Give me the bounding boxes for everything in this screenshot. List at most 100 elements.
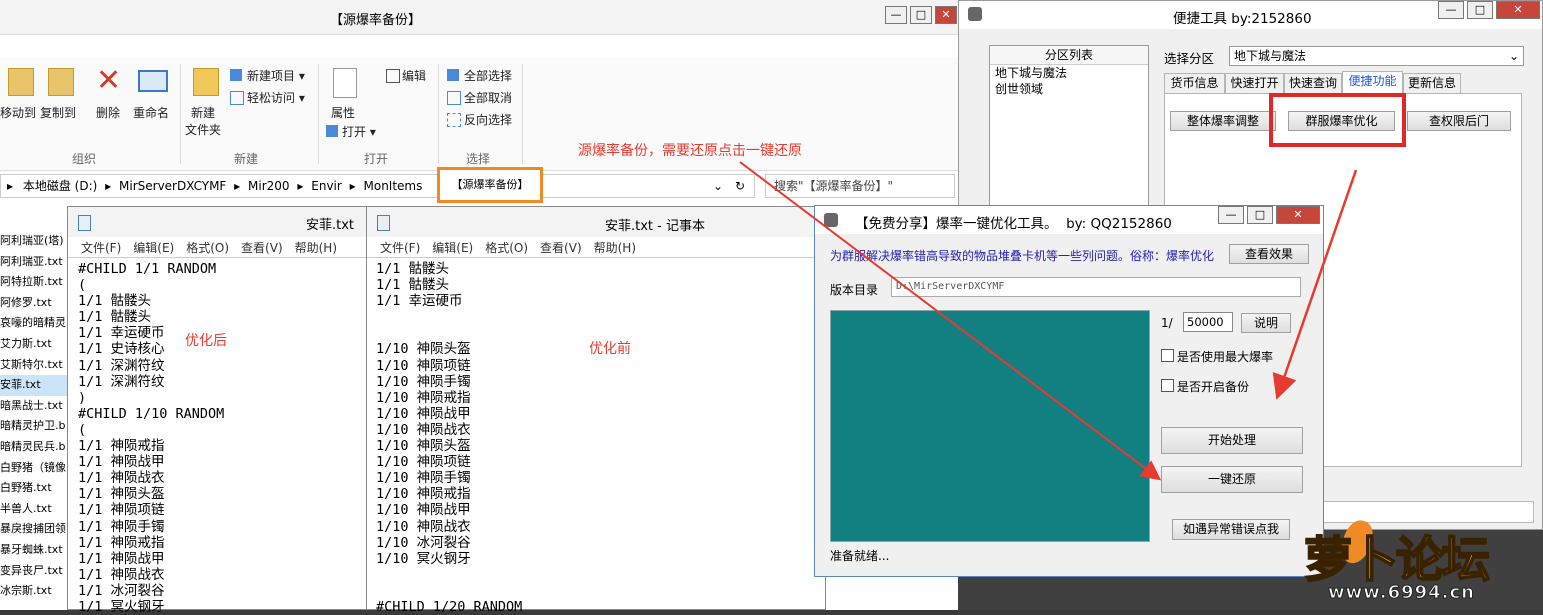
explain-button[interactable]: 说明 xyxy=(1241,313,1291,333)
file-item[interactable]: 安菲.txt xyxy=(0,375,70,396)
properties-icon[interactable] xyxy=(333,68,357,98)
version-input[interactable]: D:\MirServerDXCYMF xyxy=(891,277,1301,297)
file-item[interactable]: 变异丧尸.txt xyxy=(0,561,70,582)
rename-button[interactable]: 重命名 xyxy=(133,104,169,121)
file-item[interactable]: 哀嚎的暗精灵 xyxy=(0,313,70,334)
rename-icon[interactable] xyxy=(138,70,168,92)
chevron-down-icon[interactable]: ⌄ xyxy=(713,175,723,197)
copy-to-icon[interactable] xyxy=(48,68,74,96)
file-item[interactable]: 艾斯特尔.txt xyxy=(0,355,70,376)
partition-item[interactable]: 创世领域 xyxy=(990,81,1148,97)
start-process-button[interactable]: 开始处理 xyxy=(1161,427,1303,454)
close-button[interactable]: ✕ xyxy=(1276,206,1320,224)
delete-button[interactable]: 删除 xyxy=(96,104,120,121)
file-item[interactable]: 半兽人.txt xyxy=(0,499,70,520)
tab-quick-search[interactable]: 快速查询 xyxy=(1284,73,1342,93)
refresh-icon[interactable]: ↻ xyxy=(735,175,745,197)
select-all-button[interactable]: 全部选择 xyxy=(464,67,512,84)
maximize-button[interactable]: □ xyxy=(910,6,932,24)
file-item[interactable]: 阿修罗.txt xyxy=(0,293,70,314)
open-button[interactable]: 打开 ▾ xyxy=(342,123,376,140)
max-rate-option[interactable]: 是否使用最大爆率 xyxy=(1161,348,1273,365)
max-rate-checkbox[interactable] xyxy=(1161,349,1174,362)
new-folder-label-1[interactable]: 新建 xyxy=(191,104,215,121)
file-item[interactable]: 阿利瑞亚(塔) xyxy=(0,231,70,252)
tab-quick-open[interactable]: 快速打开 xyxy=(1225,73,1284,93)
copy-to-button[interactable]: 复制到 xyxy=(40,104,76,121)
select-none-icon xyxy=(447,91,461,105)
breadcrumb-drive[interactable]: 本地磁盘 (D:) xyxy=(23,179,97,193)
move-to-icon[interactable] xyxy=(8,68,34,96)
text-line: 1/10 神陨手镯 xyxy=(376,470,471,487)
file-item[interactable]: 暗精灵民兵.b xyxy=(0,437,70,458)
notepad-right-text[interactable]: 1/1 骷髅头 1/1 骷髅头 1/1 幸运硬币 1/10 神陨头盔 1/10 神陨项链… xyxy=(376,261,522,615)
close-button[interactable]: ✕ xyxy=(1496,1,1540,19)
file-item[interactable]: 阿特拉斯.txt xyxy=(0,272,70,293)
search-input[interactable]: 搜索"【源爆率备份】" xyxy=(765,174,955,198)
menu-file[interactable]: 文件(F) xyxy=(380,241,420,255)
new-folder-icon[interactable] xyxy=(193,68,219,96)
breadcrumb-monitems[interactable]: MonItems xyxy=(364,179,423,193)
file-item[interactable]: 白野猪（镜像 xyxy=(0,458,70,479)
backup-option[interactable]: 是否开启备份 xyxy=(1161,378,1249,395)
tab-currency[interactable]: 货币信息 xyxy=(1164,73,1225,93)
partition-item[interactable]: 地下城与魔法 xyxy=(990,65,1148,81)
breadcrumb-mir200[interactable]: Mir200 xyxy=(248,179,290,193)
menu-view[interactable]: 查看(V) xyxy=(540,241,582,255)
menu-edit[interactable]: 编辑(E) xyxy=(432,241,473,255)
file-list: 阿利瑞亚(塔) 阿利瑞亚.txt 阿特拉斯.txt 阿修罗.txt 哀嚎的暗精灵 艾力斯.… xyxy=(0,231,70,602)
menu-help[interactable]: 帮助(H) xyxy=(295,241,337,255)
notepad-left-text[interactable]: #CHILD 1/1 RANDOM(1/1 骷髅头 1/1 骷髅头 1/1 幸运硬币… xyxy=(78,261,224,615)
text-line: 1/10 神陨头盔 xyxy=(376,341,471,358)
menu-help[interactable]: 帮助(H) xyxy=(594,241,636,255)
delete-icon[interactable]: ✕ xyxy=(96,66,121,96)
file-item[interactable]: 冰宗斯.txt xyxy=(0,581,70,602)
file-item[interactable]: 暗黑战士.txt xyxy=(0,396,70,417)
new-item-button[interactable]: 新建项目 ▾ xyxy=(247,67,305,84)
minimize-button[interactable]: — xyxy=(1218,206,1244,224)
close-button[interactable]: ✕ xyxy=(935,6,957,24)
one-click-restore-button[interactable]: 一键还原 xyxy=(1161,466,1303,493)
menu-format[interactable]: 格式(O) xyxy=(485,241,528,255)
text-line: 1/10 神陨战衣 xyxy=(376,421,471,438)
menu-format[interactable]: 格式(O) xyxy=(186,241,229,255)
file-item[interactable]: 暴戾搜捕团领 xyxy=(0,519,70,540)
file-item[interactable]: 暴牙蜘蛛.txt xyxy=(0,540,70,561)
watermark-name: 萝卜论坛 xyxy=(1303,531,1491,589)
breadcrumb-mirserver[interactable]: MirServerDXCYMF xyxy=(119,179,226,193)
menu-edit[interactable]: 编辑(E) xyxy=(133,241,174,255)
minimize-button[interactable]: — xyxy=(1438,1,1464,19)
file-item[interactable]: 阿利瑞亚.txt xyxy=(0,252,70,273)
minimize-button[interactable]: — xyxy=(885,6,907,24)
optimizer-title: 【免费分享】爆率一键优化工具。 by: QQ2152860 xyxy=(855,216,1172,232)
menu-file[interactable]: 文件(F) xyxy=(81,241,121,255)
file-item[interactable]: 暗精灵护卫.b xyxy=(0,416,70,437)
tab-update[interactable]: 更新信息 xyxy=(1403,73,1461,93)
breadcrumb-envir[interactable]: Envir xyxy=(311,179,342,193)
invert-select-button[interactable]: 反向选择 xyxy=(464,111,512,128)
view-effect-button[interactable]: 查看效果 xyxy=(1229,244,1309,264)
file-item[interactable]: 艾力斯.txt xyxy=(0,334,70,355)
text-line: 1/10 神陨手镯 xyxy=(376,373,471,390)
check-backdoor-button[interactable]: 查权限后门 xyxy=(1407,111,1511,131)
edit-button[interactable]: 编辑 xyxy=(402,67,426,84)
breadcrumb-current[interactable]: 【源爆率备份】 xyxy=(452,178,529,191)
easy-access-button[interactable]: 轻松访问 ▾ xyxy=(247,89,305,106)
overall-rate-button[interactable]: 整体爆率调整 xyxy=(1170,111,1276,131)
address-bar[interactable]: ▸ 本地磁盘 (D:) ▸ MirServerDXCYMF ▸ Mir200 ▸… xyxy=(0,174,755,198)
error-help-button[interactable]: 如遇异常错误点我 xyxy=(1172,519,1290,540)
maximize-button[interactable]: □ xyxy=(1467,1,1493,19)
backup-checkbox[interactable] xyxy=(1161,379,1174,392)
new-folder-label-2[interactable]: 文件夹 xyxy=(185,121,221,138)
tab-convenience[interactable]: 便捷功能 xyxy=(1342,71,1403,94)
select-none-button[interactable]: 全部取消 xyxy=(464,89,512,106)
text-line: 1/1 骷髅头 xyxy=(376,261,450,277)
properties-button[interactable]: 属性 xyxy=(331,104,355,121)
partition-select[interactable]: 地下城与魔法 ⌄ xyxy=(1229,46,1524,66)
menu-view[interactable]: 查看(V) xyxy=(241,241,283,255)
notepad-right-title: 安菲.txt - 记事本 xyxy=(605,219,705,234)
ratio-input[interactable]: 50000 xyxy=(1183,312,1233,332)
file-item[interactable]: 白野猪.txt xyxy=(0,478,70,499)
move-to-button[interactable]: 移动到 xyxy=(0,104,36,121)
maximize-button[interactable]: □ xyxy=(1247,206,1273,224)
